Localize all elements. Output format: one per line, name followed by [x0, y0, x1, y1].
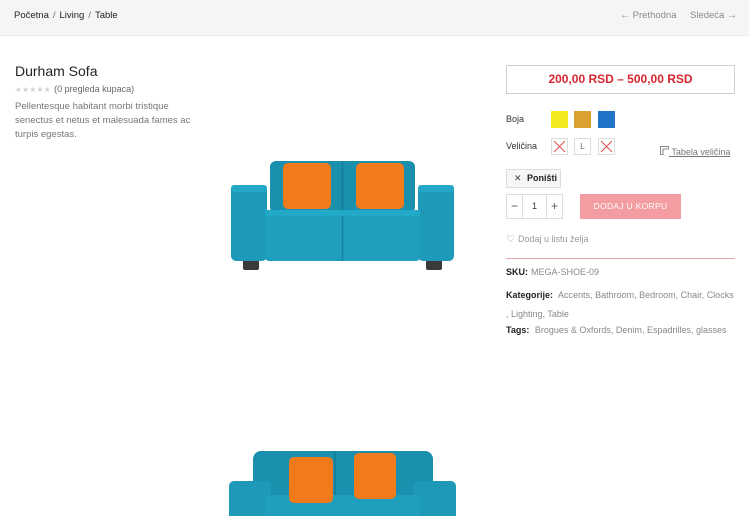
product-categories: Kategorije: Accents, Bathroom, Bedroom, … — [506, 290, 734, 319]
size-option-unavailable[interactable] — [598, 138, 615, 155]
previous-product-link[interactable]: ← Prethodna — [620, 10, 676, 21]
tag-link[interactable]: Denim — [616, 325, 642, 335]
close-icon: ✕ — [514, 173, 522, 183]
color-swatch-yellow[interactable] — [551, 111, 568, 128]
size-chart-link[interactable]: Tabela veličina — [660, 146, 730, 157]
add-to-cart-button[interactable]: DODAJ U KORPU — [580, 194, 681, 219]
size-label: Veličina — [506, 141, 538, 151]
wishlist-label: Dodaj u listu želja — [517, 234, 589, 244]
arrow-left-icon: ← — [620, 10, 630, 21]
tag-link[interactable]: glasses — [696, 325, 727, 335]
tags-label: Tags: — [506, 325, 530, 335]
reset-label: Poništi — [527, 173, 558, 183]
category-link[interactable]: Clocks — [707, 290, 734, 300]
quantity-increase-button[interactable]: + — [547, 195, 562, 218]
reset-variations-button[interactable]: ✕ Poništi — [506, 169, 561, 188]
rating-stars-icon: ★★★★★ — [15, 85, 52, 94]
product-rating: ★★★★★ (0 pregleda kupaca) — [15, 84, 134, 94]
sku-value: MEGA-SHOE-09 — [531, 267, 600, 277]
tag-link[interactable]: Espadrilles — [647, 325, 691, 335]
heart-icon: ♡ — [506, 234, 515, 245]
category-link[interactable]: Bathroom — [595, 290, 634, 300]
category-link[interactable]: Lighting — [511, 309, 543, 319]
product-sku: SKU: MEGA-SHOE-09 — [506, 266, 599, 278]
quantity-input[interactable]: 1 — [522, 195, 547, 218]
color-label: Boja — [506, 114, 525, 124]
arrow-right-icon: → — [726, 10, 737, 21]
quantity-stepper: − 1 + — [506, 194, 563, 219]
color-swatch-blue[interactable] — [598, 111, 615, 128]
product-tags: Tags: Brogues & Oxfords, Denim, Espadril… — [506, 325, 727, 335]
categories-label: Kategorije: — [506, 290, 554, 300]
price-range: 200,00 RSD – 500,00 RSD — [506, 65, 735, 94]
size-chart-label: Tabela veličina — [671, 147, 731, 157]
divider — [506, 258, 735, 259]
sku-label: SKU: — [506, 267, 528, 277]
tag-link[interactable]: Brogues & Oxfords — [535, 325, 611, 335]
product-image-sofa[interactable] — [225, 155, 460, 273]
product-image-sofa-alt[interactable] — [225, 445, 460, 516]
category-link[interactable]: Chair — [681, 290, 702, 300]
add-to-wishlist-link[interactable]: ♡ Dodaj u listu želja — [506, 234, 589, 245]
size-option-unavailable[interactable] — [551, 138, 568, 155]
product-short-description: Pellentesque habitant morbi tristique se… — [15, 101, 191, 140]
size-option-l[interactable]: L — [574, 138, 591, 155]
product-title: Durham Sofa — [15, 63, 98, 79]
top-bar: Početna / Living / Table ← Prethodna Sledeća… — [0, 0, 749, 36]
ruler-icon — [660, 146, 669, 155]
color-swatch-orange[interactable] — [574, 111, 591, 128]
breadcrumb-current: Table — [94, 10, 118, 21]
breadcrumb-living[interactable]: Living — [60, 10, 85, 21]
category-link[interactable]: Table — [547, 309, 569, 319]
review-count-link[interactable]: (0 pregleda kupaca) — [54, 84, 134, 94]
breadcrumb: Početna / Living / Table — [14, 10, 118, 21]
breadcrumb-home[interactable]: Početna — [14, 10, 49, 21]
category-link[interactable]: Accents — [558, 290, 590, 300]
breadcrumb-separator: / — [88, 10, 91, 21]
category-link[interactable]: Bedroom — [639, 290, 676, 300]
previous-label: Prethodna — [632, 10, 677, 21]
next-label: Sledeća — [690, 10, 725, 21]
close-icon — [600, 140, 613, 153]
close-icon — [553, 140, 566, 153]
next-product-link[interactable]: Sledeća → — [690, 10, 737, 21]
quantity-decrease-button[interactable]: − — [507, 195, 522, 218]
breadcrumb-separator: / — [52, 10, 56, 21]
